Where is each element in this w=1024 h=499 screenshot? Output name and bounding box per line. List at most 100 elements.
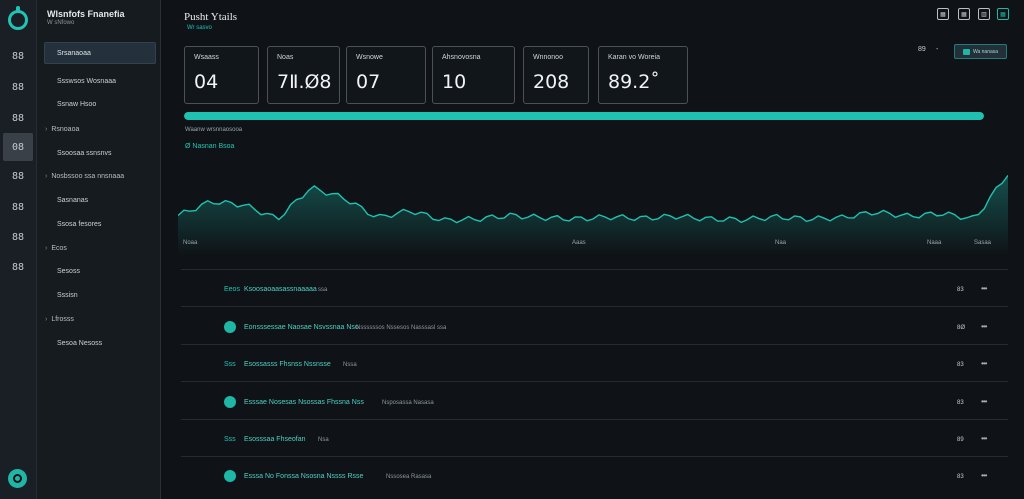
sidebar-item-9[interactable]: Sssisn — [57, 292, 78, 299]
sidebar-item-6[interactable]: Ssosa fesores — [57, 221, 101, 228]
progress-bar — [184, 112, 984, 120]
row-meta: ssa — [318, 287, 328, 293]
layout-icon[interactable]: ▦ — [958, 8, 970, 20]
stat-card[interactable]: Ahsnovosna 10 — [432, 46, 515, 104]
row-divider — [181, 419, 1008, 420]
row-tag: Eeos — [224, 286, 240, 293]
line-chart — [178, 175, 1008, 255]
sidebar-item-2[interactable]: › Rsnoaoa — [45, 126, 79, 133]
progress-label: Waanw wrsnnaosooa — [185, 127, 243, 133]
sidebar-item-11[interactable]: Sesoa Nesoss — [57, 340, 102, 347]
chevron-right-icon: › — [45, 173, 48, 180]
row-title: Ksoosaoaasassnaaaaa — [244, 286, 317, 293]
avatar[interactable] — [8, 469, 27, 488]
rail-item-6[interactable]: 88 — [3, 223, 33, 251]
sidebar-item-label: Sesoa Nesoss — [57, 340, 103, 347]
action-button[interactable]: Wa nanasa — [954, 44, 1007, 59]
row-title: Esosssaa Fhseofan — [244, 436, 306, 443]
more-icon[interactable]: ••• — [981, 359, 987, 368]
row-count: 83 — [957, 400, 964, 406]
sidebar-item-3[interactable]: Ssoosaa ssnsnvs — [57, 150, 111, 157]
row-count: 83 — [957, 474, 964, 480]
chevron-right-icon: › — [45, 245, 48, 252]
more-icon[interactable]: ••• — [981, 284, 987, 293]
x-tick-label: Noaa — [183, 240, 198, 246]
row-title: Esssa No Fonssa Nsosna Nssss Rsse — [244, 473, 364, 480]
x-tick-label: Naa — [775, 240, 787, 246]
chevron-right-icon: › — [45, 316, 48, 323]
stat-value: 208 — [533, 71, 570, 93]
rail-item-2[interactable]: 88 — [3, 104, 33, 132]
row-divider — [181, 269, 1008, 270]
separator-dash: - — [936, 46, 939, 53]
stat-value: 7Ⅱ.Ø8 — [277, 71, 332, 93]
stat-card[interactable]: Wnnonoo 208 — [523, 46, 589, 104]
row-title: Esssae Nosesas Nsossas Fhssna Nss — [244, 399, 364, 406]
sidebar-item-label: Sesoss — [57, 268, 80, 275]
row-meta: Nssssssos Nssesos Nasssasl ssa — [356, 325, 447, 331]
sidebar-item-label: Ssnaw Hsoo — [57, 101, 97, 108]
stat-label: Wsnowe — [356, 54, 383, 61]
more-icon[interactable]: ••• — [981, 434, 987, 443]
logo-icon[interactable] — [8, 6, 28, 30]
grid-icon[interactable]: ▦ — [937, 8, 949, 20]
button-icon — [962, 48, 970, 55]
stat-card[interactable]: Karan vo Woreia 89.2˚ — [598, 46, 688, 104]
rail-item-5[interactable]: 88 — [3, 193, 33, 221]
x-tick-label: Aaas — [572, 240, 586, 246]
row-meta: Nssa — [343, 362, 357, 368]
sidebar-item-label: Lfrosss — [51, 316, 74, 323]
rail-item-1[interactable]: 88 — [3, 73, 33, 101]
sidebar-item-label: Ssosa fesores — [57, 221, 102, 228]
stat-value: 10 — [442, 71, 467, 93]
stat-value: 04 — [194, 71, 219, 93]
stat-label: Wnnonoo — [533, 54, 563, 61]
more-icon[interactable]: ••• — [981, 471, 987, 480]
sidebar-item-label: Nosbssoo ssa nnsnaaa — [51, 173, 125, 180]
sidebar-item-7[interactable]: › Ecos — [45, 245, 67, 252]
more-icon[interactable]: ••• — [981, 397, 987, 406]
status-dot-icon — [224, 470, 236, 482]
sidebar-title: Wlsnfofs Fnanefia — [47, 9, 125, 19]
row-count: 83 — [957, 362, 964, 368]
row-title: Eonsssessae Naosae Nsvssnaa Nso — [244, 324, 359, 331]
sidebar-item-0[interactable]: Ssswsos Wosnaaa — [57, 78, 116, 85]
sidebar-item-label: Ssoosaa ssnsnvs — [57, 150, 112, 157]
rail-item-4[interactable]: 88 — [3, 162, 33, 190]
stat-card[interactable]: Noas 7Ⅱ.Ø8 — [267, 46, 340, 104]
sidebar-item-5[interactable]: Sasnanas — [57, 197, 88, 204]
row-count: 8Ø — [957, 325, 966, 331]
row-title: Esossasss Fhsnss Nssnsse — [244, 361, 331, 368]
row-tag: Sss — [224, 436, 236, 443]
sidebar-item-4[interactable]: › Nosbssoo ssa nnsnaaa — [45, 173, 124, 180]
sidebar-item-selected[interactable]: Srsanaoaa — [44, 42, 156, 64]
progress-fill — [184, 112, 984, 120]
row-meta: Nssosea Rasasa — [386, 474, 432, 480]
rail-item-0[interactable]: 88 — [3, 42, 33, 70]
sidebar-item-1[interactable]: Ssnaw Hsoo — [57, 101, 96, 108]
sidebar-item-label: Rsnoaoa — [51, 126, 80, 133]
sidebar-item-label: Sssisn — [57, 292, 78, 299]
status-dot-icon — [224, 321, 236, 333]
sidebar-item-label: Ecos — [51, 245, 67, 252]
rail-item-3[interactable]: 08 — [3, 133, 33, 161]
sidebar-item-8[interactable]: Sesoss — [57, 268, 80, 275]
row-divider — [181, 381, 1008, 382]
chart-area — [178, 175, 1008, 255]
icon-rail: 88 88 88 08 88 88 88 88 — [0, 0, 37, 499]
filter-control[interactable]: 89 — [918, 46, 926, 53]
export-icon[interactable]: ▦ — [997, 8, 1009, 20]
rail-item-7[interactable]: 88 — [3, 253, 33, 281]
panel-icon[interactable]: ▥ — [978, 8, 990, 20]
stat-label: Karan vo Woreia — [608, 54, 661, 61]
stat-card[interactable]: Wsnowe 07 — [346, 46, 426, 104]
more-icon[interactable]: ••• — [981, 322, 987, 331]
stat-value: 89.2˚ — [608, 71, 660, 93]
page-title: Pusht Ytails — [184, 11, 238, 23]
sidebar-item-10[interactable]: › Lfrosss — [45, 316, 74, 323]
row-divider — [181, 344, 1008, 345]
x-tick-label: Sasaa — [974, 240, 992, 246]
stat-card[interactable]: Wsaass 04 — [184, 46, 259, 104]
sidebar-item-label: Ssswsos Wosnaaa — [57, 78, 117, 85]
stat-value: 07 — [356, 71, 381, 93]
